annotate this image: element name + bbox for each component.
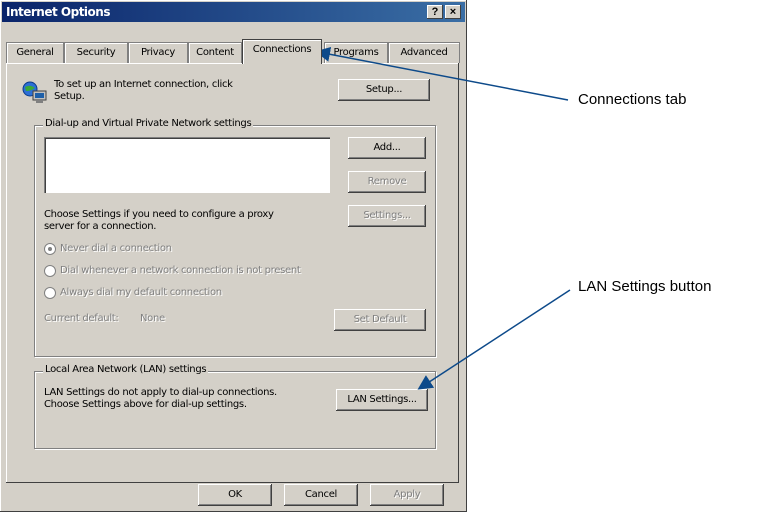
connections-tab-callout: Connections tab [578, 91, 687, 108]
lan-button-callout: LAN Settings button [578, 278, 712, 295]
callout-arrows [315, 46, 571, 390]
connections-tab-arrow [315, 46, 569, 101]
tab-connections[interactable]: Connections [242, 39, 322, 64]
lan-button-arrow [417, 289, 571, 390]
